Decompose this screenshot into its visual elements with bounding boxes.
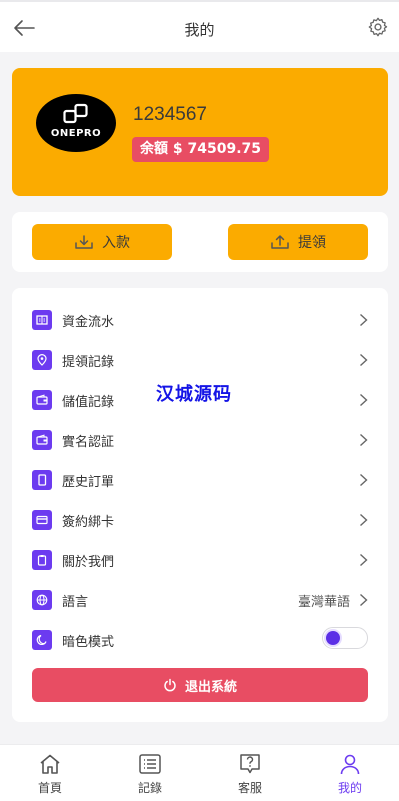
balance-badge: 余額 $ 74509.75: [132, 137, 270, 162]
upload-tray-icon: [271, 235, 289, 249]
menu-item-dark-mode: 暗色模式: [32, 625, 368, 655]
deposit-label: 入款: [102, 235, 130, 251]
menu-item-label: 儲值記錄: [62, 395, 115, 410]
gear-icon[interactable]: [367, 16, 389, 38]
power-icon: [164, 678, 176, 692]
menu-item-language[interactable]: 語言 臺灣華語: [32, 585, 368, 615]
link-logo-icon: [63, 103, 88, 124]
profile-card: ONEPRO 1234567 余額 $ 74509.75: [12, 68, 388, 196]
settings-menu: 資金流水 提領記錄 儲值記錄 實名認証 歷史訂單 簽約綁卡 關於我們 語言 臺灣…: [12, 288, 388, 722]
wallet-icon: [32, 390, 52, 410]
menu-item-label: 提領記錄: [62, 355, 115, 370]
current-language-value: 臺灣華語: [297, 595, 350, 610]
chevron-right-icon: [360, 313, 368, 327]
chevron-right-icon: [360, 553, 368, 567]
tab-label: 首頁: [37, 781, 62, 795]
location-pin-icon: [32, 350, 52, 370]
menu-item-label: 實名認証: [62, 435, 115, 450]
ledger-icon: [32, 310, 52, 330]
dark-mode-toggle[interactable]: [322, 627, 368, 649]
withdraw-label: 提領: [298, 235, 326, 251]
tab-label: 我的: [337, 781, 362, 795]
moon-icon: [32, 630, 52, 650]
help-chat-icon: [240, 754, 260, 774]
menu-item-bind-card[interactable]: 簽約綁卡: [32, 505, 368, 535]
menu-item-order-history[interactable]: 歷史訂單: [32, 465, 368, 495]
balance-label: 余額 $: [140, 141, 183, 157]
menu-item-label: 暗色模式: [62, 635, 115, 650]
withdraw-button[interactable]: 提領: [228, 224, 368, 260]
tab-home[interactable]: 首頁: [20, 753, 80, 799]
clipboard-icon: [32, 550, 52, 570]
menu-item-about-us[interactable]: 關於我們: [32, 545, 368, 575]
menu-item-label: 簽約綁卡: [62, 515, 115, 530]
chevron-right-icon: [360, 593, 368, 607]
menu-item-label: 歷史訂單: [62, 475, 115, 490]
download-tray-icon: [75, 235, 93, 249]
fund-actions: 入款 提領: [12, 212, 388, 272]
brand-logo: ONEPRO: [36, 94, 116, 152]
globe-icon: [32, 590, 52, 610]
bottom-tab-bar: 首頁 記錄 客服 我的: [0, 744, 399, 801]
balance-value: 74509.75: [187, 141, 262, 157]
logo-text: ONEPRO: [50, 128, 102, 139]
chevron-right-icon: [360, 353, 368, 367]
username: 1234567: [133, 104, 207, 125]
page-title: 我的: [184, 21, 215, 39]
menu-item-fund-flow[interactable]: 資金流水: [32, 305, 368, 335]
tab-records[interactable]: 記錄: [120, 753, 180, 799]
id-card-icon: [32, 430, 52, 450]
menu-item-label: 資金流水: [62, 315, 115, 330]
tab-profile[interactable]: 我的: [320, 753, 380, 799]
menu-item-label: 關於我們: [62, 555, 115, 570]
menu-item-label: 語言: [62, 595, 89, 610]
home-icon: [40, 754, 60, 774]
tab-customer-service[interactable]: 客服: [220, 753, 280, 799]
list-icon: [139, 754, 161, 774]
menu-item-identity-verification[interactable]: 實名認証: [32, 425, 368, 455]
app-page: 我的 ONEPRO 1234567 余額 $ 74509.75 入款 提領 資金…: [0, 0, 399, 801]
tab-label: 客服: [237, 781, 262, 795]
credit-card-icon: [32, 510, 52, 530]
tab-label: 記錄: [137, 781, 162, 795]
logout-label: 退出系統: [184, 679, 237, 695]
menu-item-withdraw-records[interactable]: 提領記錄: [32, 345, 368, 375]
order-icon: [32, 470, 52, 490]
chevron-right-icon: [360, 473, 368, 487]
watermark-text: 汉城源码: [156, 384, 232, 405]
logout-button[interactable]: 退出系統: [32, 668, 368, 702]
chevron-right-icon: [360, 393, 368, 407]
toggle-knob: [326, 631, 340, 645]
top-bar: 我的: [0, 0, 399, 52]
deposit-button[interactable]: 入款: [32, 224, 172, 260]
chevron-right-icon: [360, 513, 368, 527]
user-icon: [340, 754, 360, 775]
chevron-right-icon: [360, 433, 368, 447]
